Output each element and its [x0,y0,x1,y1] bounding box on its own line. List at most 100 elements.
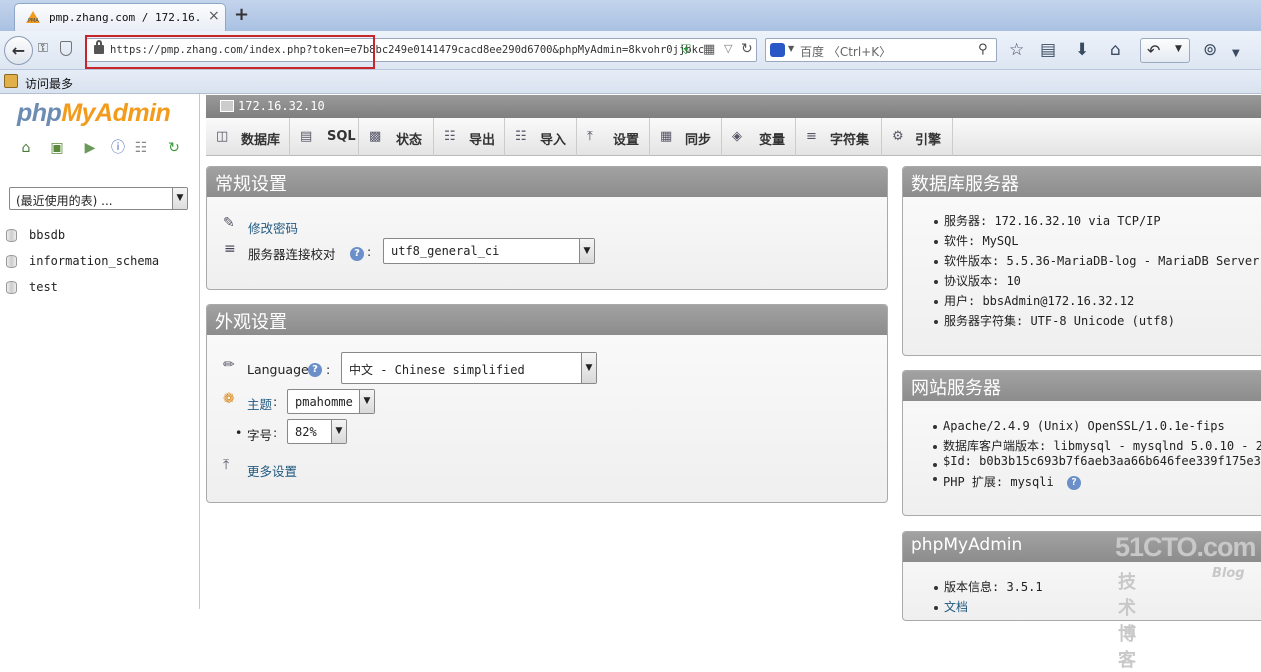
change-password-link[interactable]: 修改密码 [248,218,298,237]
recent-tables-select[interactable]: (最近使用的表) ... ▼ [9,187,188,210]
db-server-list: 服务器: 172.16.32.10 via TCP/IP 软件: MySQL 软… [932,211,1259,331]
list-item: 版本信息: 3.5.1 [932,577,1043,597]
fontsize-select[interactable]: 82% ▼ [287,419,347,444]
top-menu: ◫ 数据库 ▤ SQL ▩ 状态 ☷ 导出 ☷ 导入 ⤒ 设置 ▦ 同步 ◈ 变量 ≡ 字符集 ⚙… [206,118,1261,156]
pma-info-list: 版本信息: 3.5.1 文档 [932,577,1043,617]
tab-databases[interactable]: ◫ 数据库 [206,118,290,156]
server-breadcrumb: 172.16.32.10 [206,95,1261,118]
home-icon[interactable]: ⌂ [1110,41,1121,59]
reading-list-icon[interactable]: ▤ [1040,41,1056,59]
baidu-engine-icon[interactable] [770,43,785,57]
help-icon[interactable]: ? [1066,475,1081,490]
web-server-panel: 网站服务器 Apache/2.4.9 (Unix) OpenSSL/1.0.1e… [902,370,1261,516]
database-item[interactable]: information_schema [6,252,196,272]
search-icon[interactable]: ⚲ [978,42,988,57]
security-shield-icon[interactable]: ⛨ [681,43,691,58]
query-window-icon[interactable]: ▶ [82,140,98,156]
wrench-icon: ⤒ [587,129,593,144]
general-settings-panel: 常规设置 ✎ 修改密码 ≡ 服务器连接校对 ? : utf8_general_c… [206,166,888,290]
bullet: • [235,425,243,440]
help-icon[interactable]: ⓘ [110,140,126,156]
bookmark-folder-icon [4,74,18,88]
panel-title: 常规设置 [207,167,887,197]
chevron-down-icon[interactable]: ▼ [331,420,346,443]
reload-icon[interactable]: ↻ [741,41,753,57]
appearance-settings-panel: 外观设置 ✏ Language ? : 中文 - Chinese simplif… [206,304,888,503]
database-item[interactable]: bbsdb [6,226,196,246]
home-icon[interactable]: ⌂ [18,140,34,156]
password-icon: ✎ [223,215,235,231]
help-icon[interactable]: ? [350,247,364,261]
docs-link[interactable]: 文档 [932,597,1043,617]
collation-select[interactable]: utf8_general_ci ▼ [383,238,595,264]
more-settings-link[interactable]: 更多设置 [247,461,297,480]
tab-sql[interactable]: ▤ SQL [290,118,359,156]
new-tab-button[interactable]: + [234,4,249,25]
tab-settings[interactable]: ⤒ 设置 [577,118,650,156]
url-dropdown-icon[interactable]: ▽ [724,42,732,55]
tab-sync[interactable]: ▦ 同步 [650,118,722,156]
back-arrow-icon[interactable]: ← [4,36,33,65]
web-server-list: Apache/2.4.9 (Unix) OpenSSL/1.0.1e-fips … [931,416,1261,492]
theme-link[interactable]: 主题 [247,394,272,413]
language-select[interactable]: 中文 - Chinese simplified ▼ [341,352,597,384]
list-item: 数据库客户端版本: libmysql - mysqlnd 5.0.10 - 2 [931,436,1261,454]
database-item[interactable]: test [6,278,196,298]
server-label[interactable]: 172.16.32.10 [238,99,325,113]
refresh-icon[interactable]: ↻ [166,140,182,156]
collation-label: 服务器连接校对 [248,247,336,262]
list-item: 协议版本: 10 [932,271,1259,291]
undo-dropdown-icon[interactable]: ▼ [1175,44,1182,54]
tab-status[interactable]: ▩ 状态 [359,118,434,156]
chevron-down-icon[interactable]: ▼ [172,188,187,209]
exit-icon[interactable]: ▣ [49,140,65,156]
list-item: PHP 扩展: mysqli ? [931,468,1261,492]
chevron-down-icon[interactable]: ▼ [581,353,596,383]
sync-icon: ▦ [660,129,673,144]
panel-title: 网站服务器 [903,371,1261,401]
key-icon[interactable]: ⚿ [38,41,48,56]
qr-code-icon[interactable]: ▦ [703,42,715,57]
list-item: 服务器: 172.16.32.10 via TCP/IP [932,211,1259,231]
tab-engines[interactable]: ⚙ 引擎 [882,118,953,156]
chevron-down-icon[interactable]: ▼ [579,239,594,263]
shield-icon[interactable] [60,41,72,56]
download-icon[interactable]: ⬇ [1075,41,1089,59]
undo-icon[interactable]: ↶ [1147,41,1160,60]
tab-charsets[interactable]: ≡ 字符集 [796,118,882,156]
database-icon [6,255,17,268]
help-icon[interactable]: ? [308,363,322,377]
list-item-continuation: $Id: b0b3b15c693b7f6aeb3aa66b646fee339f1… [931,454,1261,468]
crop-icon[interactable]: ⊚ [1203,41,1217,59]
import-icon: ☷ [515,129,527,144]
theme-select[interactable]: pmahomme ▼ [287,389,375,414]
docs-icon[interactable]: ☷ [133,140,149,156]
language-icon: ✏ [223,357,235,373]
tab-variables[interactable]: ◈ 变量 [722,118,796,156]
database-server-panel: 数据库服务器 服务器: 172.16.32.10 via TCP/IP 软件: … [902,166,1261,356]
search-input[interactable]: 百度 〈Ctrl+K〉 [800,43,891,60]
browser-tab-bar: PMA pmp.zhang.com / 172.16. × + [0,0,1261,31]
url-highlight-annotation [85,35,375,69]
star-icon[interactable]: ☆ [1009,41,1024,59]
tab-import[interactable]: ☷ 导入 [505,118,577,156]
tab-title: pmp.zhang.com / 172.16. [49,11,202,24]
tab-export[interactable]: ☷ 导出 [434,118,505,156]
database-icon [6,281,17,294]
chevron-down-icon[interactable]: ▼ [359,390,374,413]
list-item: 用户: bbsAdmin@172.16.32.12 [932,291,1259,311]
colon: : [367,244,372,259]
colon: : [273,394,278,409]
export-icon: ☷ [444,129,456,144]
sql-icon: ▤ [300,129,313,144]
tab-close-icon[interactable]: × [208,8,220,24]
menu-dropdown-icon[interactable]: ▼ [1232,45,1240,63]
undo-button-group[interactable]: ↶ ▼ [1140,38,1190,63]
colon: : [273,425,278,440]
search-bar[interactable]: ▼ 百度 〈Ctrl+K〉 ⚲ [765,38,997,62]
search-engine-dropdown-icon[interactable]: ▼ [788,44,794,53]
browser-tab[interactable]: PMA pmp.zhang.com / 172.16. × [14,3,226,31]
phpmyadmin-logo[interactable]: phpMyAdmin [17,99,171,128]
bookmark-most-visited[interactable]: 访问最多 [25,75,73,92]
navigation-panel: phpMyAdmin ⌂ ▣ ▶ ⓘ ☷ ↻ (最近使用的表) ... ▼ bb… [0,94,200,609]
